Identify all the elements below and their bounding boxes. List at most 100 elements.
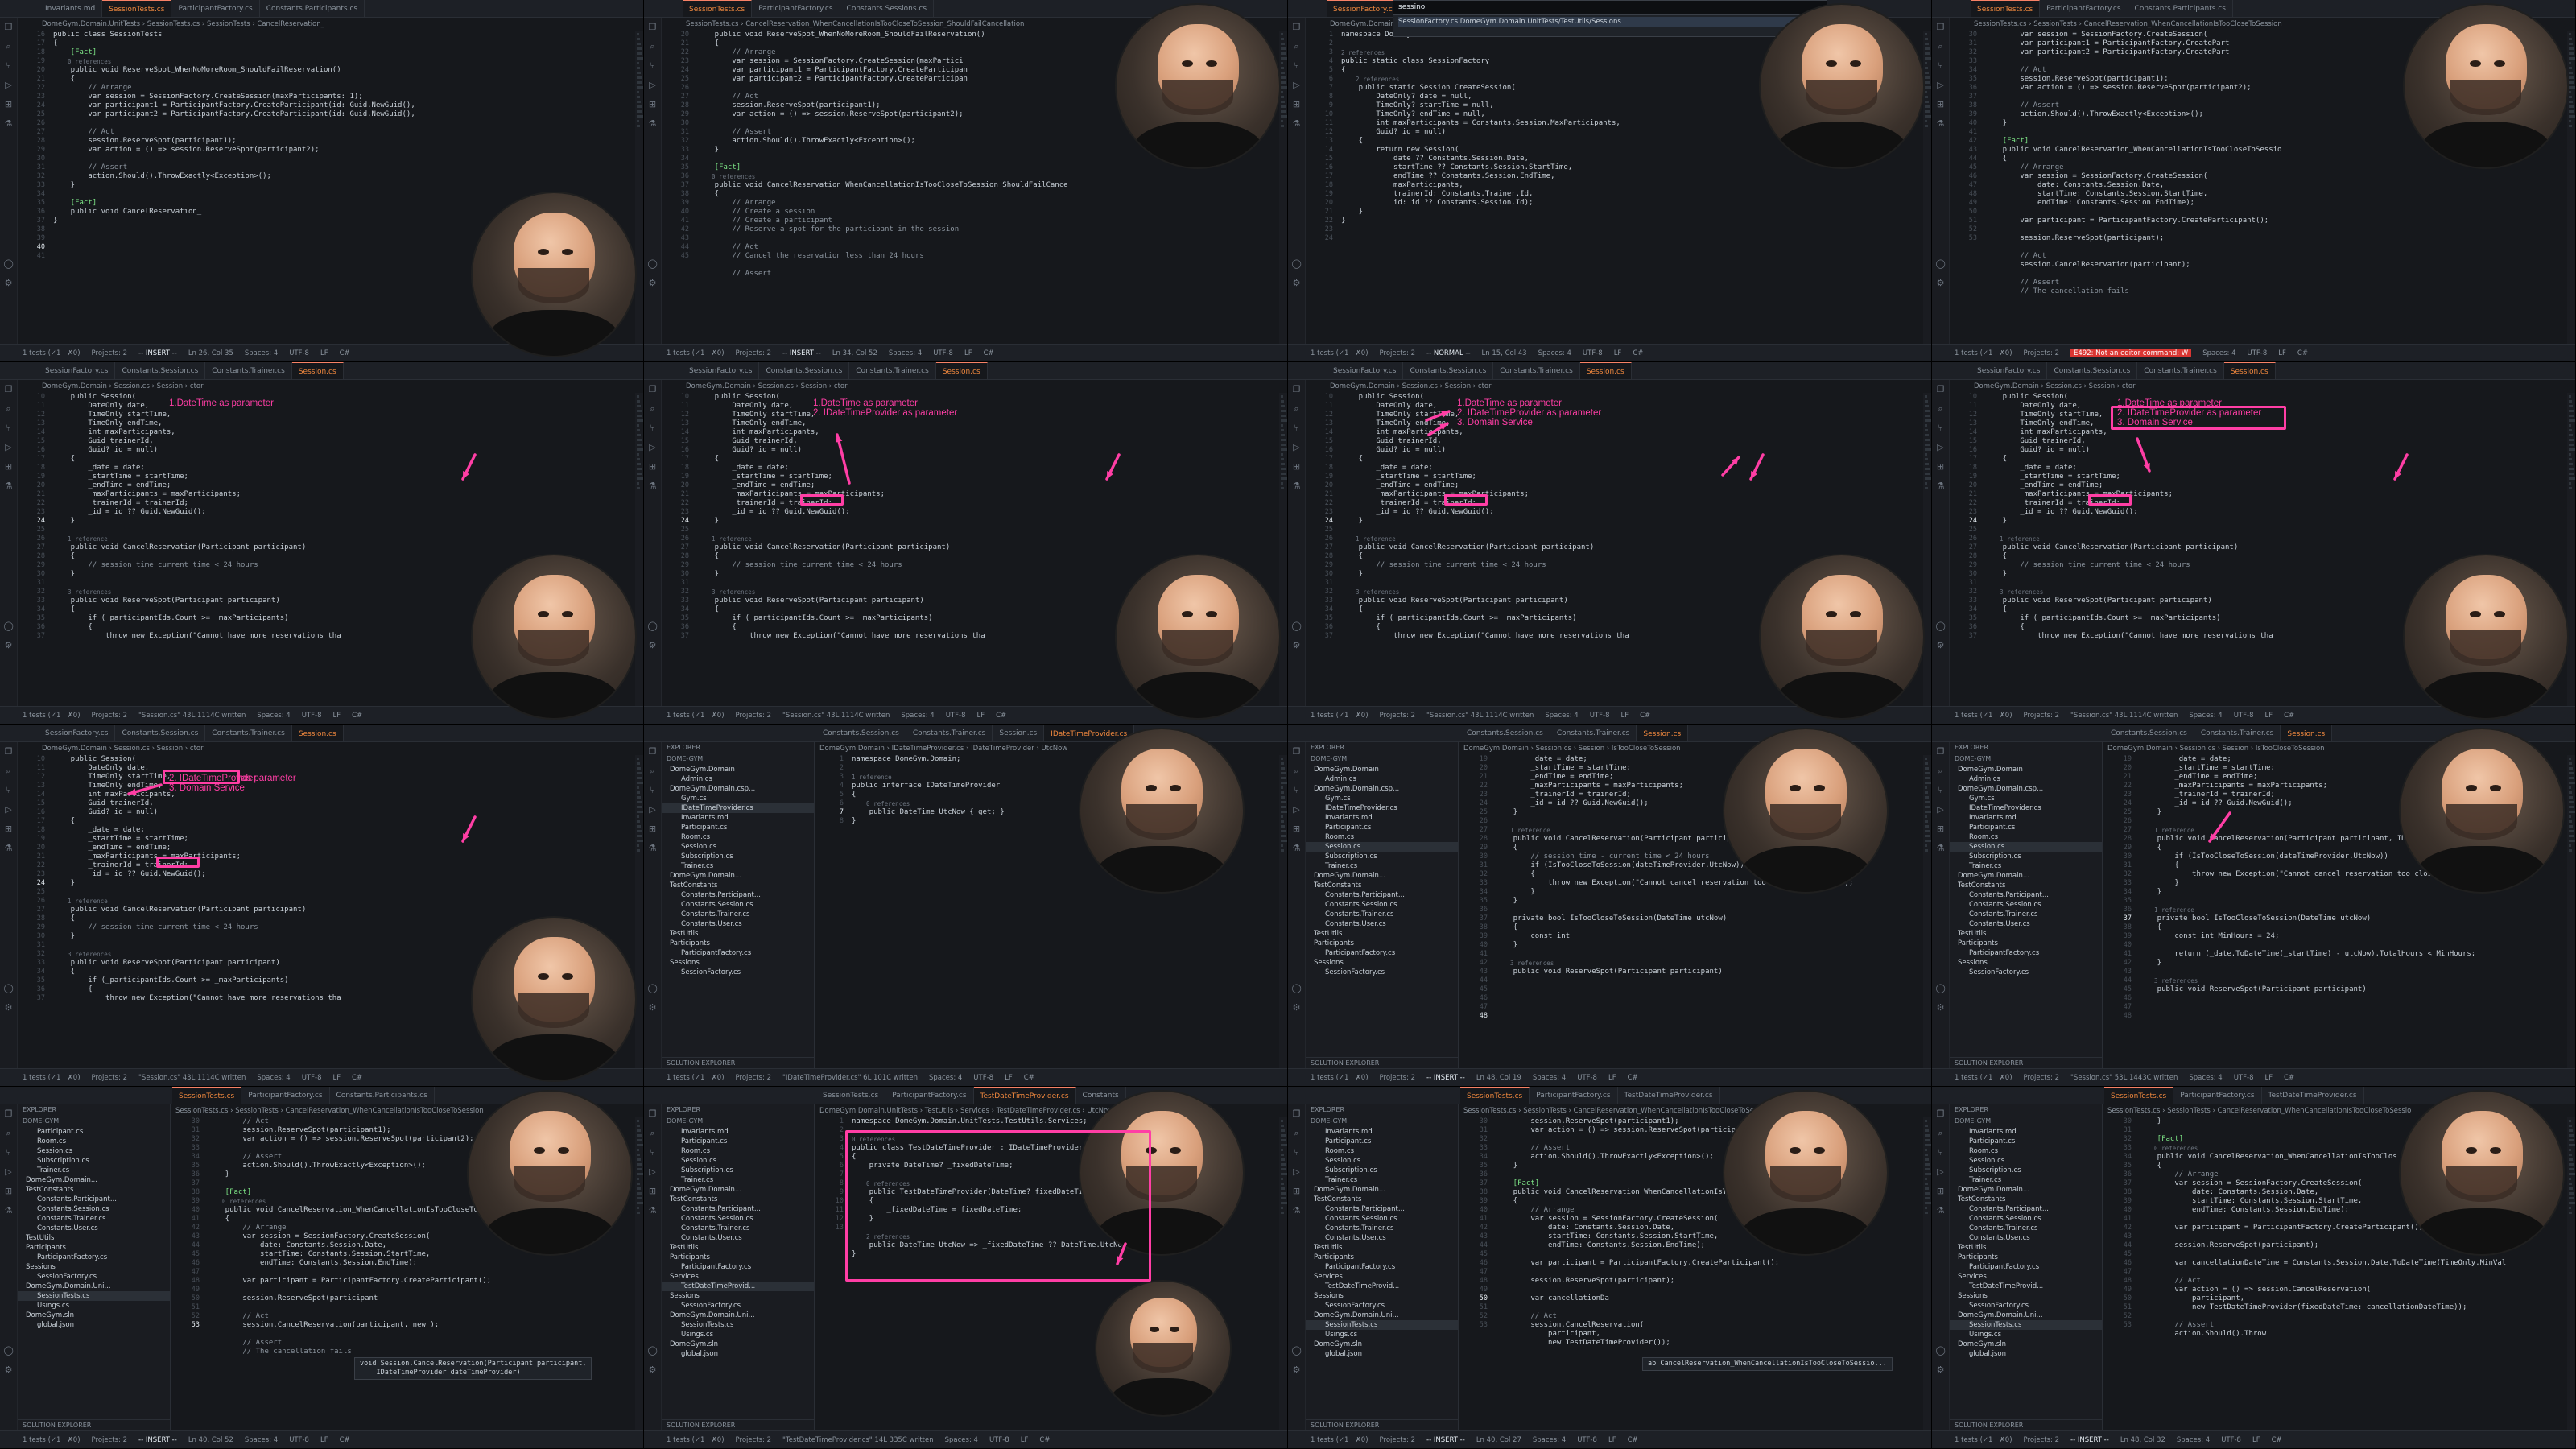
- explorer-item[interactable]: Room.cs: [1306, 832, 1458, 842]
- explorer-item[interactable]: Constants.Participant...: [1950, 1204, 2102, 1214]
- editor-tab[interactable]: SessionTests.cs: [1460, 1087, 1530, 1104]
- files-icon[interactable]: ❐: [1292, 747, 1302, 757]
- account-icon[interactable]: ◯: [1292, 1346, 1302, 1356]
- explorer-item[interactable]: Trainer.cs: [1306, 1175, 1458, 1185]
- explorer-item[interactable]: DomeGym.Domain.csp...: [662, 784, 814, 794]
- account-icon[interactable]: ◯: [1292, 984, 1302, 993]
- search-icon[interactable]: ⌕: [1936, 42, 1946, 52]
- status-projects[interactable]: Projects: 2: [92, 349, 127, 357]
- explorer-item[interactable]: TestDateTimeProvid...: [1950, 1282, 2102, 1291]
- run-debug-icon[interactable]: ▷: [1292, 805, 1302, 815]
- explorer-item[interactable]: DomeGym.Domain.Uni...: [1950, 1311, 2102, 1320]
- explorer-item[interactable]: DomeGym.Domain: [1306, 765, 1458, 774]
- explorer-item[interactable]: DomeGym.Domain: [662, 765, 814, 774]
- explorer-item[interactable]: Services: [1306, 1272, 1458, 1282]
- editor-tab[interactable]: Constants.Participants.cs: [260, 0, 365, 17]
- explorer-item[interactable]: Trainer.cs: [18, 1166, 170, 1175]
- editor-tab[interactable]: Constants.Participants.cs: [330, 1087, 435, 1104]
- explorer-item[interactable]: Participants: [1306, 1253, 1458, 1262]
- source-control-icon[interactable]: ⑂: [1936, 61, 1946, 71]
- editor-tab[interactable]: Constants.Session.cs: [1460, 724, 1550, 741]
- solution-explorer-header[interactable]: SOLUTION EXPLORER: [1306, 1057, 1458, 1068]
- settings-icon[interactable]: ⚙: [1936, 1365, 1946, 1375]
- explorer-item[interactable]: Usings.cs: [1306, 1330, 1458, 1340]
- explorer-item[interactable]: Constants.Trainer.cs: [18, 1214, 170, 1224]
- explorer-item[interactable]: global.json: [1950, 1349, 2102, 1359]
- search-icon[interactable]: ⌕: [4, 1129, 14, 1138]
- explorer-item[interactable]: Sessions: [1306, 958, 1458, 968]
- explorer-item[interactable]: Participant.cs: [18, 1127, 170, 1137]
- explorer-item[interactable]: Participant.cs: [1950, 1137, 2102, 1146]
- settings-icon[interactable]: ⚙: [648, 1003, 658, 1013]
- settings-icon[interactable]: ⚙: [1292, 1365, 1302, 1375]
- explorer-item[interactable]: Constants.Trainer.cs: [1950, 1224, 2102, 1233]
- status-lang[interactable]: C#: [2297, 349, 2308, 357]
- source-control-icon[interactable]: ⑂: [1292, 61, 1302, 71]
- editor-tab[interactable]: TestDateTimeProvider.cs: [2262, 1087, 2364, 1104]
- editor-tab[interactable]: Invariants.md: [39, 0, 103, 17]
- status-left[interactable]: 1 tests (✓1 | ✗0): [667, 349, 724, 357]
- source-control-icon[interactable]: ⑂: [648, 61, 658, 71]
- explorer-item[interactable]: Participant.cs: [1306, 1137, 1458, 1146]
- status-projects[interactable]: Projects: 2: [736, 349, 771, 357]
- explorer-item[interactable]: DomeGym.sln: [1306, 1340, 1458, 1349]
- account-icon[interactable]: ◯: [4, 259, 14, 269]
- explorer-item[interactable]: Constants.Session.cs: [1306, 1214, 1458, 1224]
- explorer-item[interactable]: Constants.Session.cs: [1950, 1214, 2102, 1224]
- settings-icon[interactable]: ⚙: [1292, 1003, 1302, 1013]
- explorer-item[interactable]: IDateTimeProvider.cs: [662, 803, 814, 813]
- explorer-item[interactable]: Subscription.cs: [662, 852, 814, 861]
- extensions-icon[interactable]: ⊞: [1292, 100, 1302, 109]
- testing-icon[interactable]: ⚗: [648, 844, 658, 853]
- status-lang[interactable]: C#: [1024, 1074, 1034, 1082]
- status-lang[interactable]: C#: [1628, 1074, 1638, 1082]
- explorer-item[interactable]: Constants.User.cs: [18, 1224, 170, 1233]
- explorer-item[interactable]: DomeGym.sln: [18, 1311, 170, 1320]
- explorer-item[interactable]: DomeGym.Domain.Uni...: [18, 1282, 170, 1291]
- explorer-item[interactable]: Participants: [662, 939, 814, 948]
- editor-tab[interactable]: Constants.Trainer.cs: [1550, 724, 1637, 741]
- run-debug-icon[interactable]: ▷: [4, 80, 14, 90]
- explorer-item[interactable]: Sessions: [18, 1262, 170, 1272]
- status-projects[interactable]: Projects: 2: [736, 1074, 771, 1082]
- files-icon[interactable]: ❐: [1292, 1109, 1302, 1119]
- explorer-item[interactable]: Trainer.cs: [1306, 861, 1458, 871]
- status-projects[interactable]: Projects: 2: [1380, 1074, 1415, 1082]
- run-debug-icon[interactable]: ▷: [648, 805, 658, 815]
- testing-icon[interactable]: ⚗: [4, 119, 14, 129]
- explorer-item[interactable]: Subscription.cs: [1306, 1166, 1458, 1175]
- explorer-item[interactable]: Admin.cs: [662, 774, 814, 784]
- explorer-item[interactable]: SessionFactory.cs: [1306, 1301, 1458, 1311]
- explorer-item[interactable]: DomeGym.Domain...: [1306, 1185, 1458, 1195]
- extensions-icon[interactable]: ⊞: [1936, 100, 1946, 109]
- status-lang[interactable]: C#: [984, 349, 994, 357]
- explorer-item[interactable]: Services: [1950, 1272, 2102, 1282]
- status-left[interactable]: 1 tests (✓1 | ✗0): [667, 1074, 724, 1082]
- explorer-item[interactable]: Room.cs: [1306, 1146, 1458, 1156]
- account-icon[interactable]: ◯: [4, 1346, 14, 1356]
- source-control-icon[interactable]: ⑂: [4, 1148, 14, 1158]
- status-left[interactable]: 1 tests (✓1 | ✗0): [23, 349, 80, 357]
- explorer-item[interactable]: Constants.Trainer.cs: [1306, 910, 1458, 919]
- minimap[interactable]: [1923, 1117, 1931, 1430]
- files-icon[interactable]: ❐: [648, 747, 658, 757]
- explorer-item[interactable]: SessionTests.cs: [1950, 1320, 2102, 1330]
- explorer-item[interactable]: Room.cs: [662, 832, 814, 842]
- explorer-item[interactable]: Constants.User.cs: [1306, 1233, 1458, 1243]
- explorer-item[interactable]: Constants.Participant...: [1306, 1204, 1458, 1214]
- search-icon[interactable]: ⌕: [1936, 1129, 1946, 1138]
- explorer-item[interactable]: Session.cs: [1306, 1156, 1458, 1166]
- minimap[interactable]: [2567, 1117, 2575, 1430]
- extensions-icon[interactable]: ⊞: [1936, 1187, 1946, 1196]
- settings-icon[interactable]: ⚙: [4, 279, 14, 288]
- search-icon[interactable]: ⌕: [1292, 766, 1302, 776]
- settings-icon[interactable]: ⚙: [1292, 279, 1302, 288]
- solution-explorer-header[interactable]: SOLUTION EXPLORER: [662, 1057, 814, 1068]
- extensions-icon[interactable]: ⊞: [4, 1187, 14, 1196]
- status-projects[interactable]: Projects: 2: [1380, 1436, 1415, 1444]
- editor-tab[interactable]: Session.cs: [993, 724, 1045, 741]
- explorer-item[interactable]: Constants.User.cs: [1306, 919, 1458, 929]
- explorer-item[interactable]: DomeGym.Domain.Uni...: [1306, 1311, 1458, 1320]
- source-control-icon[interactable]: ⑂: [1292, 1148, 1302, 1158]
- explorer-item[interactable]: TestConstants: [1950, 1195, 2102, 1204]
